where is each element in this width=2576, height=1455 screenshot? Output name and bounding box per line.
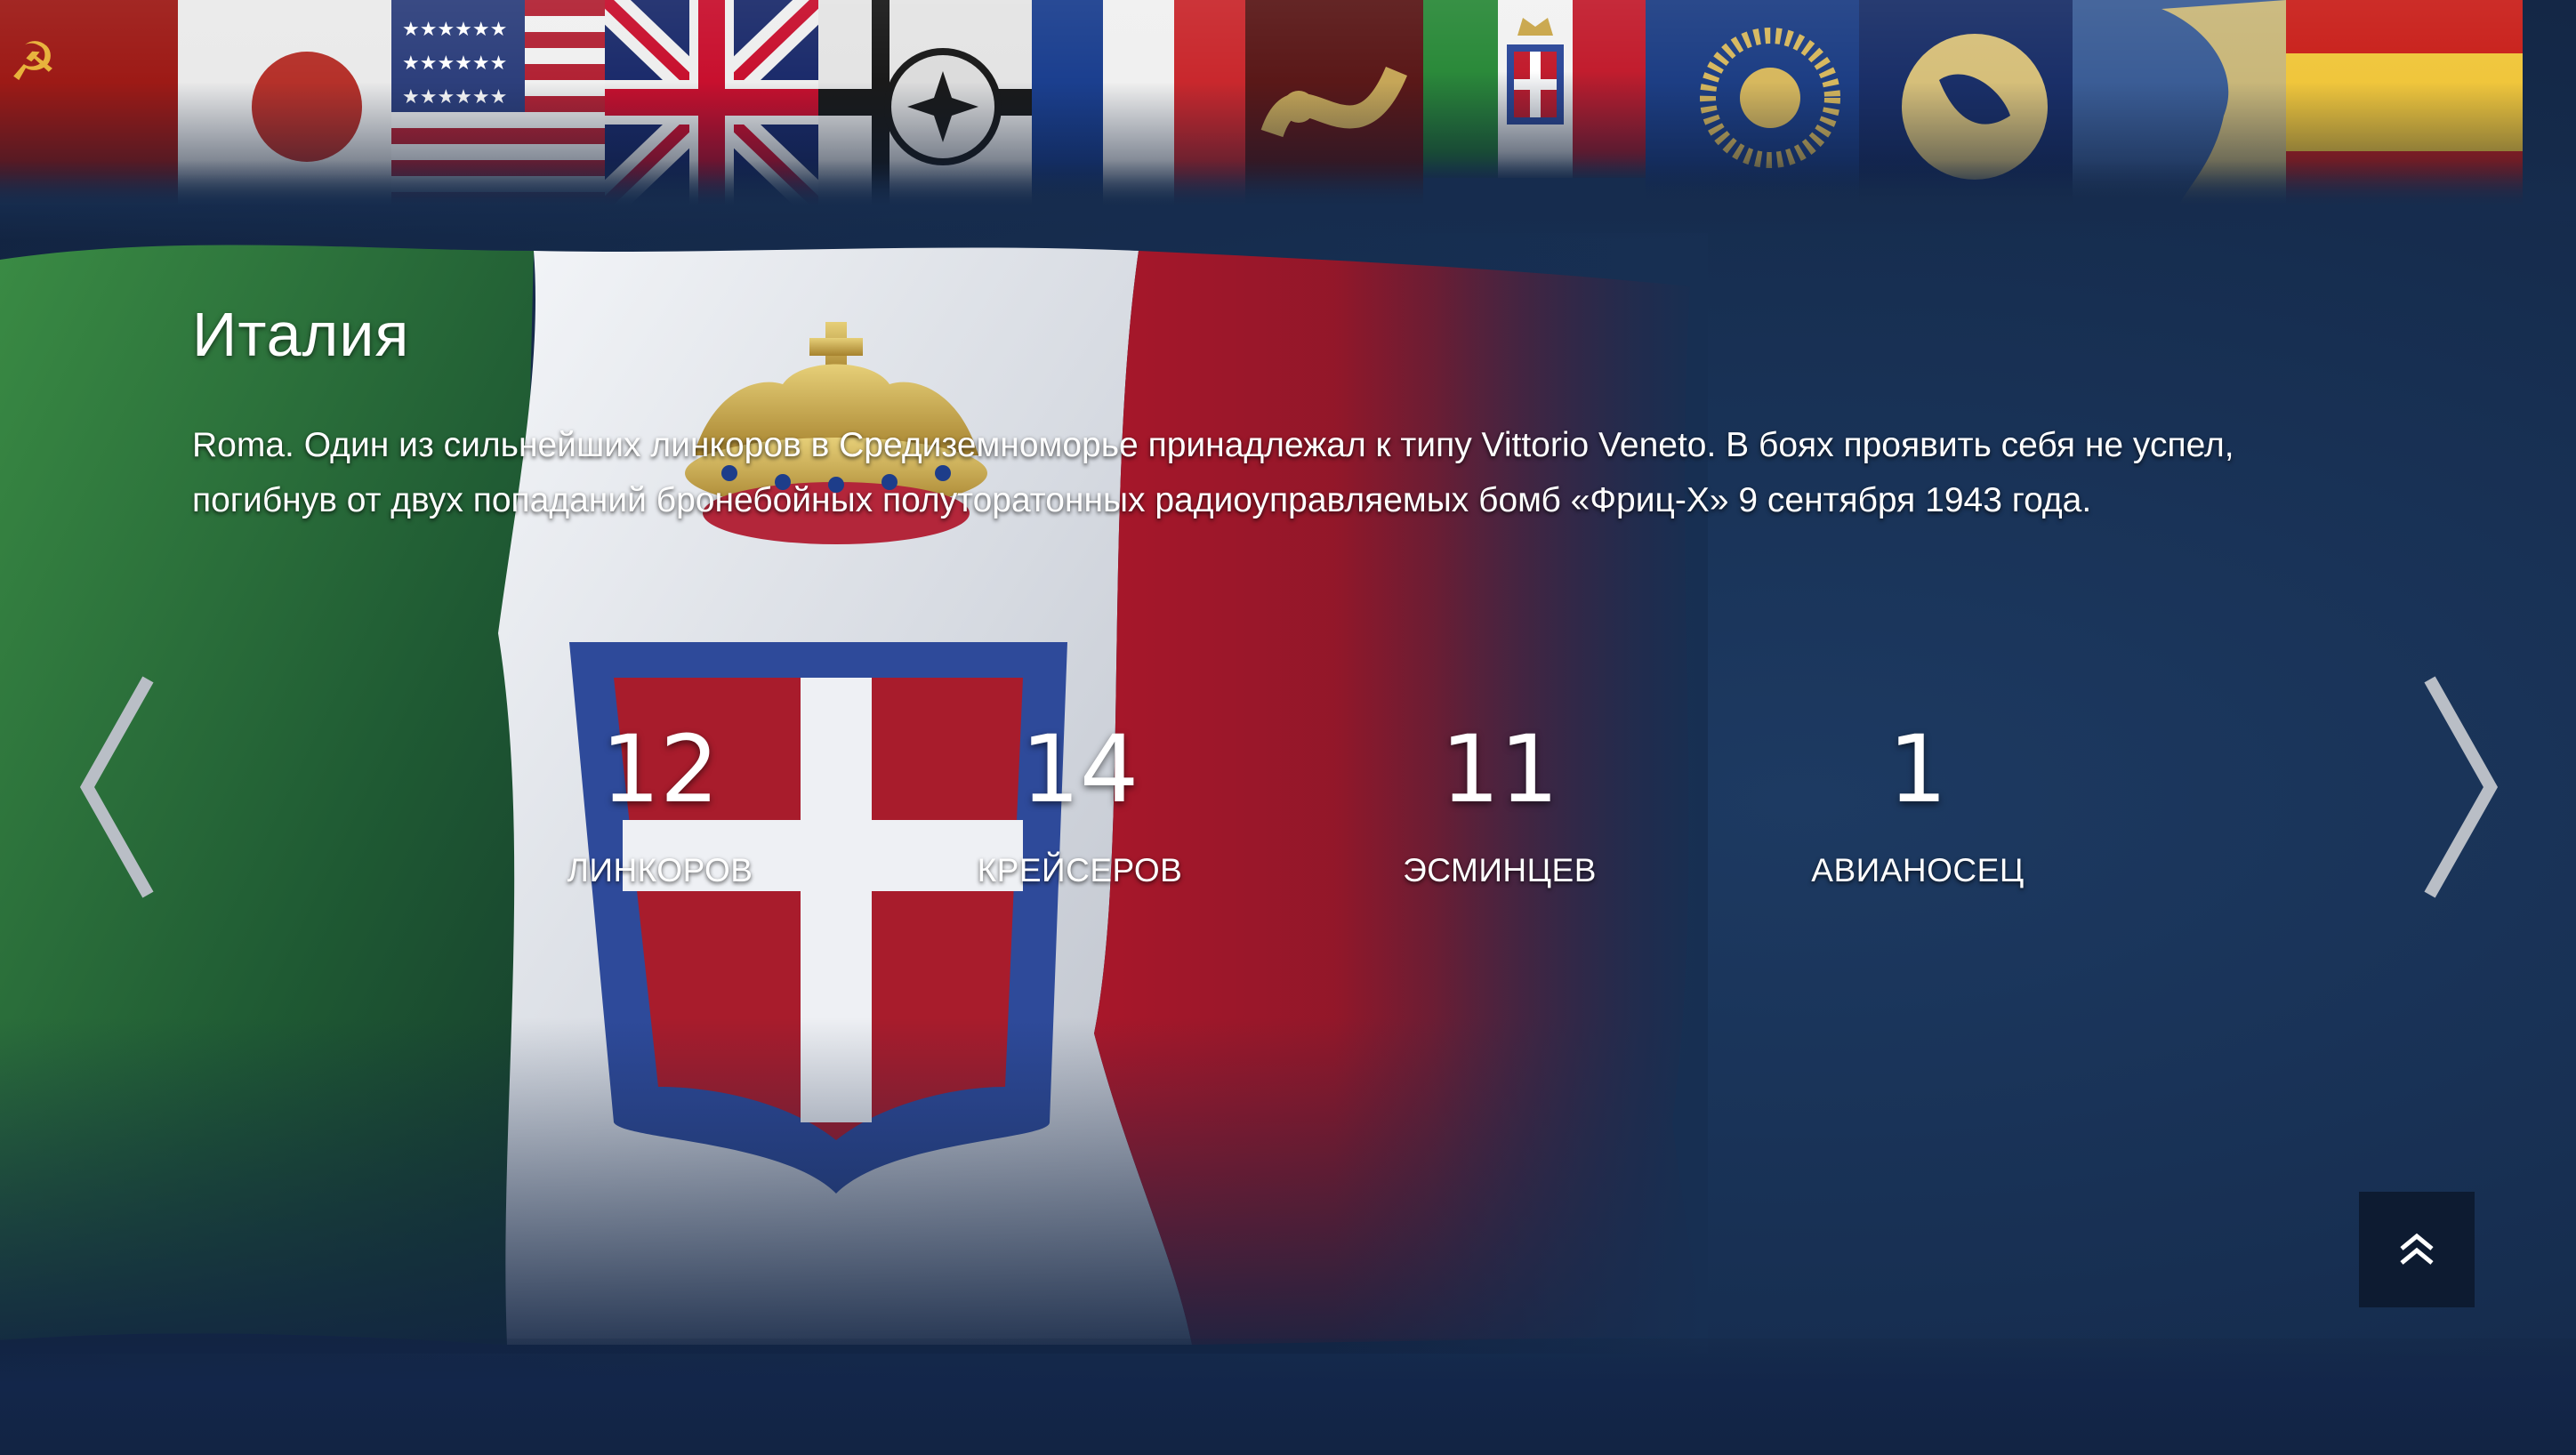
svg-text:★★★★★★: ★★★★★★ [402,19,507,41]
scroll-top-button[interactable] [2359,1192,2475,1307]
japan-flag-icon[interactable] [178,0,391,205]
double-chevron-up-icon [2400,1233,2434,1265]
italy-flag-icon[interactable] [1423,0,1646,178]
europe-flag-icon[interactable] [1859,0,2073,205]
chevron-right-icon [2424,676,2499,898]
stat-destroyers-label: ЭСМИНЦЕВ [1403,852,1597,888]
germany-flag-icon[interactable] [818,0,1032,205]
commonwealth-flag-icon[interactable] [1646,0,1859,205]
ussr-flag-icon[interactable]: ☭ [0,0,178,205]
chevron-left-icon [79,676,154,898]
nation-title: Италия [192,300,410,369]
stat-destroyers-value: 11 [1440,715,1559,824]
stat-cruisers-label: КРЕЙСЕРОВ [977,852,1183,888]
stat-cruisers: 14 КРЕЙСЕРОВ [920,711,1240,889]
bottom-band [0,1338,2576,1455]
svg-text:★★★★★★: ★★★★★★ [402,86,507,109]
uk-flag-icon[interactable] [605,0,818,205]
svg-text:★★★★★★: ★★★★★★ [402,52,507,75]
stat-battleships: 12 ЛИНКОРОВ [500,711,820,889]
pan-america-flag-icon[interactable] [2073,0,2286,205]
france-flag-icon[interactable] [1032,0,1245,205]
stat-carriers-label: АВИАНОСЕЦ [1811,852,2025,888]
stat-cruisers-value: 14 [1020,715,1139,824]
nation-flag-strip: ☭ ★★★★★★ ★★★★★★ ★★★★★★ [0,0,2576,213]
stat-carriers: 1 АВИАНОСЕЦ [1758,711,2078,889]
spain-flag-icon[interactable] [2286,0,2523,205]
stat-battleships-label: ЛИНКОРОВ [567,852,753,888]
stat-carriers-value: 1 [1888,715,1948,824]
usa-flag-icon[interactable]: ★★★★★★ ★★★★★★ ★★★★★★ [391,0,605,205]
next-nation-button[interactable] [2419,676,2508,898]
stat-destroyers: 11 ЭСМИНЦЕВ [1340,711,1660,889]
stat-battleships-value: 12 [600,715,720,824]
svg-text:☭: ☭ [9,31,57,93]
prev-nation-button[interactable] [69,676,158,898]
pan-asia-flag-icon[interactable] [1245,0,1423,205]
nation-page: ☭ ★★★★★★ ★★★★★★ ★★★★★★ Италия Roma. Один… [0,0,2576,1455]
nation-description: Roma. Один из сильнейших линкоров в Сред… [192,426,2234,519]
